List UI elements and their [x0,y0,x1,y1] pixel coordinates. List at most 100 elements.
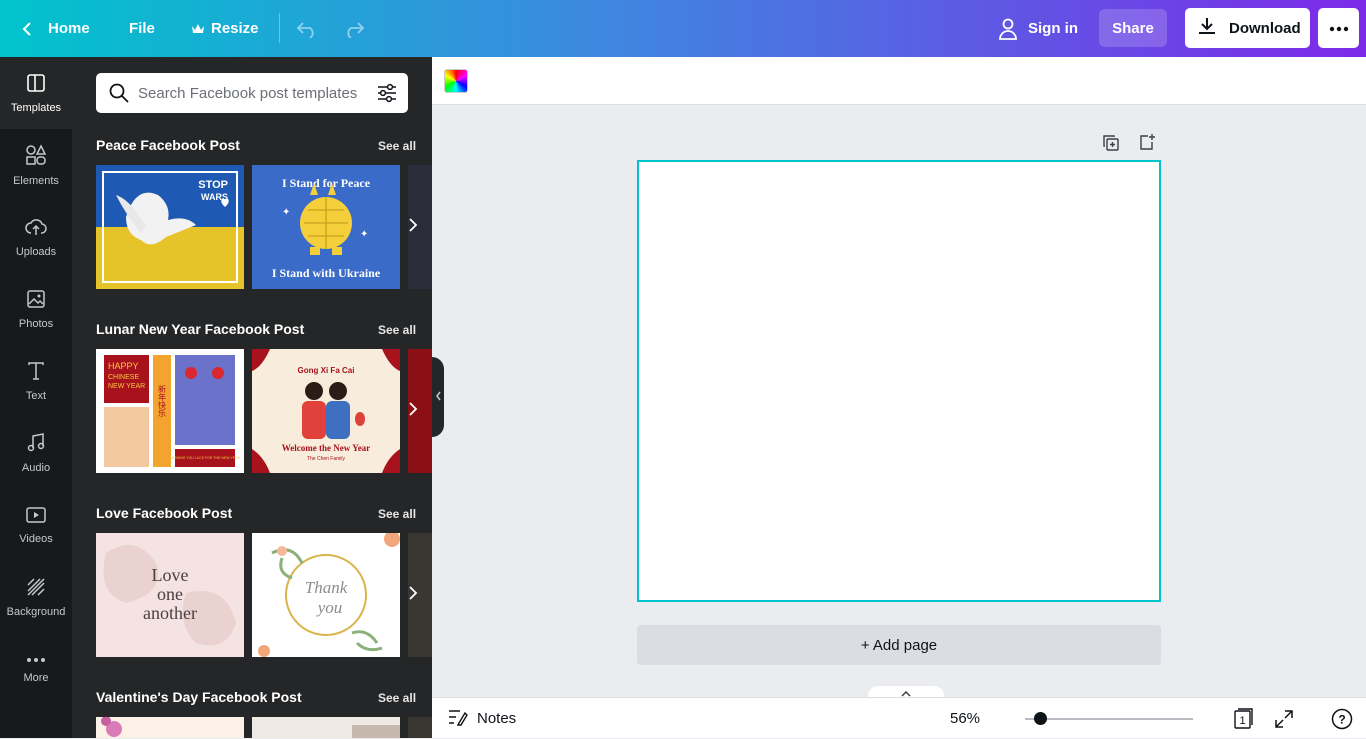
add-page-icon[interactable] [1138,133,1156,156]
user-icon [998,18,1018,40]
template-thumbnail[interactable]: HAPPY CHINESE NEW YEAR 新年快乐 WISHING YOU … [96,349,244,473]
template-thumbnail[interactable] [252,717,400,738]
sidebar-item-label: Audio [21,461,51,474]
download-label: Download [1229,19,1301,37]
elements-icon [25,143,47,169]
ellipsis-icon [1329,19,1349,37]
thumb-text: WISHING YOU LUCK FOR THE NEW YEAR [170,456,240,460]
see-all-link[interactable]: See all [378,323,416,337]
color-picker-swatch[interactable] [444,69,468,93]
template-thumbnail-partial[interactable] [408,717,432,738]
templates-panel: Peace Facebook Post See all STOP WARS I … [72,57,432,738]
section-title: Valentine's Day Facebook Post [96,689,302,705]
sidebar-item-text[interactable]: Text [0,345,72,417]
zoom-level[interactable]: 56% [950,710,980,727]
share-button[interactable]: Share [1099,9,1167,47]
photo-icon [26,289,46,312]
see-all-link[interactable]: See all [378,691,416,705]
template-thumbnail[interactable]: Thank you [252,533,400,657]
chevron-left-icon [20,21,34,37]
sidebar-item-background[interactable]: Background [0,561,72,633]
sidebar-item-elements[interactable]: Elements [0,129,72,201]
sidebar-item-more[interactable]: More [0,633,72,705]
carousel-next-button[interactable] [402,391,424,431]
filter-sliders-icon[interactable] [377,83,397,108]
page-count: 1 [1239,715,1245,727]
svg-text:✦: ✦ [360,229,368,240]
sidebar-item-label: Photos [18,317,54,330]
thumb-text: The Chen Family [307,456,346,462]
thumb-text: I Stand with Ukraine [272,266,381,280]
sidebar-item-uploads[interactable]: Uploads [0,201,72,273]
home-button[interactable]: Home [20,0,90,57]
file-label: File [129,20,155,37]
chevron-right-icon [408,401,418,422]
template-search-input[interactable] [138,73,368,113]
thumb-text: Welcome the New Year [282,443,370,453]
template-thumbnail[interactable] [96,717,244,738]
search-icon [109,83,129,108]
sidebar-item-photos[interactable]: Photos [0,273,72,345]
templates-icon [26,73,46,96]
undo-icon [296,20,318,38]
upload-cloud-icon [25,217,47,240]
redo-button[interactable] [343,0,365,57]
undo-button[interactable] [296,0,318,57]
notes-label: Notes [477,710,517,727]
toolbar-divider [279,13,280,43]
template-thumbnail[interactable]: STOP WARS [96,165,244,289]
add-page-button[interactable]: + Add page [637,625,1161,665]
thumb-text: 新年快乐 [158,384,167,417]
carousel-next-button[interactable] [402,575,424,615]
sidebar-item-label: More [23,672,49,684]
music-note-icon [26,432,46,456]
see-all-link[interactable]: See all [378,139,416,153]
add-page-label: + Add page [860,636,938,654]
resize-button[interactable]: Resize [191,0,259,57]
carousel-next-button[interactable] [402,207,424,247]
zoom-slider-handle[interactable] [1034,712,1047,725]
download-button[interactable]: Download [1185,8,1310,48]
more-options-button[interactable] [1318,8,1359,48]
collapse-panel-button[interactable] [432,357,444,437]
zoom-slider-track[interactable] [1025,718,1193,720]
bottom-bar: Notes 56% 1 ? [432,697,1366,738]
thumb-text: NEW YEAR [108,383,145,390]
notes-icon [448,708,477,730]
redo-icon [343,20,365,38]
section-title: Love Facebook Post [96,505,233,521]
svg-text:?: ? [1338,713,1345,727]
section-title: Lunar New Year Facebook Post [96,321,305,337]
section-title: Peace Facebook Post [96,137,240,153]
sidebar-item-audio[interactable]: Audio [0,417,72,489]
download-icon [1197,16,1229,40]
thumb-text: HAPPY [108,361,139,371]
chevron-left-icon [435,388,442,406]
chevron-right-icon [408,217,418,238]
thumb-text: one [157,584,183,604]
video-icon [25,506,47,527]
template-thumbnail[interactable]: Gong Xi Fa Cai Welcome the New Year The … [252,349,400,473]
file-menu-button[interactable]: File [129,0,155,57]
more-dots-icon [26,654,46,666]
svg-text:✦: ✦ [282,207,290,218]
fullscreen-icon[interactable] [1274,709,1294,734]
top-bar: Home File Resize Sign in Share Download [0,0,1366,57]
text-icon [26,361,46,384]
template-thumbnail[interactable]: Love one another [96,533,244,657]
sidebar-item-templates[interactable]: Templates [0,57,72,129]
page-count-button[interactable]: 1 [1232,708,1254,735]
notes-button[interactable]: Notes [448,698,516,739]
help-icon[interactable]: ? [1331,708,1353,735]
thumb-text: Gong Xi Fa Cai [298,366,355,375]
sidebar-item-videos[interactable]: Videos [0,489,72,561]
crown-icon [191,23,205,35]
design-canvas[interactable] [637,160,1161,602]
duplicate-page-icon[interactable] [1102,134,1120,157]
sign-in-button[interactable]: Sign in [998,0,1078,57]
template-thumbnail[interactable]: I Stand for Peace ✦ ✦ I Stand with Ukrain… [252,165,400,289]
see-all-link[interactable]: See all [378,507,416,521]
share-label: Share [1112,19,1154,37]
sidebar-item-label: Uploads [15,245,57,258]
sidebar-item-label: Videos [19,532,53,545]
